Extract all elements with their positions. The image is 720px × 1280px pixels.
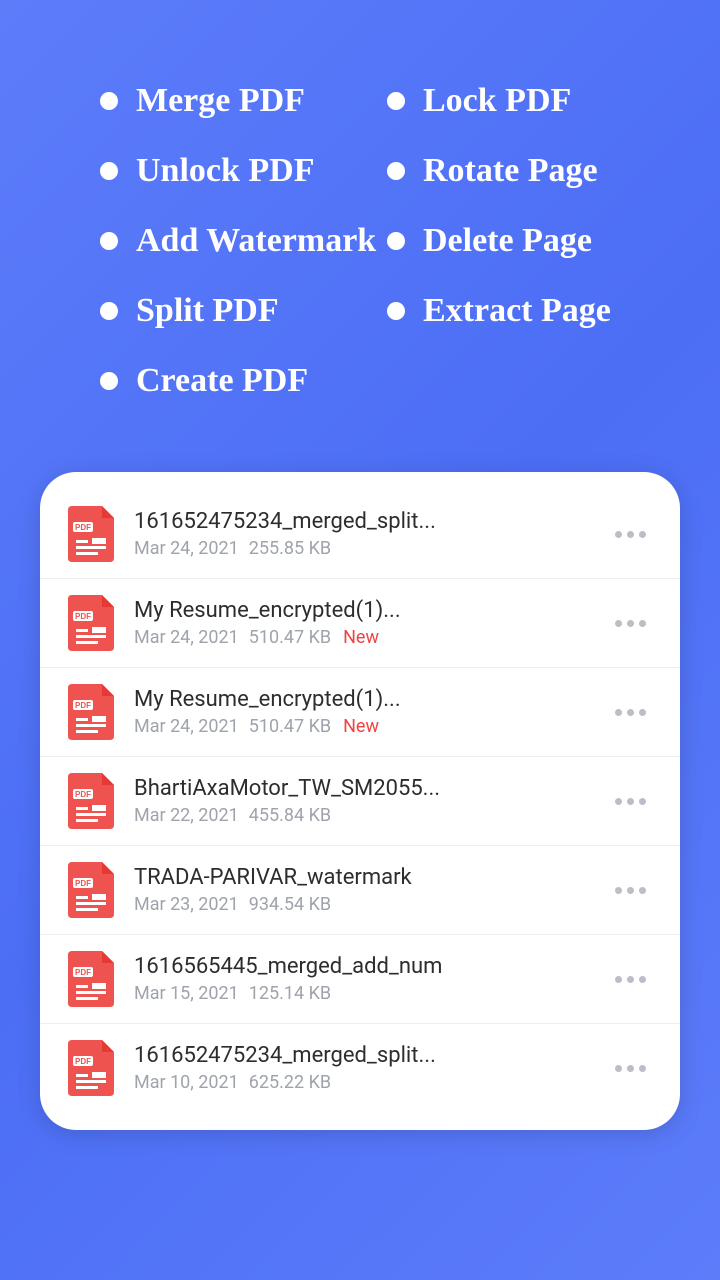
- file-info: My Resume_encrypted(1)... Mar 24, 2021 510…: [134, 598, 608, 648]
- file-list-card: PDF 161652475234_merged_split... Mar 24, …: [40, 472, 680, 1130]
- bullet-icon: [100, 232, 118, 250]
- file-name: BhartiAxaMotor_TW_SM2055...: [134, 776, 608, 801]
- file-row[interactable]: PDF 1616565445_merged_add_num Mar 15, 202…: [40, 935, 680, 1024]
- more-options-button[interactable]: [608, 709, 652, 716]
- file-info: 161652475234_merged_split... Mar 10, 2021…: [134, 1043, 608, 1093]
- pdf-file-icon: PDF: [68, 1040, 114, 1096]
- bullet-icon: [387, 92, 405, 110]
- file-info: TRADA-PARIVAR_watermark Mar 23, 2021 934.5…: [134, 865, 608, 915]
- pdf-file-icon: PDF: [68, 595, 114, 651]
- pdf-file-icon: PDF: [68, 862, 114, 918]
- file-row[interactable]: PDF BhartiAxaMotor_TW_SM2055... Mar 22, 2…: [40, 757, 680, 846]
- bullet-icon: [387, 232, 405, 250]
- file-date: Mar 23, 2021: [134, 894, 239, 915]
- file-name: TRADA-PARIVAR_watermark: [134, 865, 608, 890]
- file-size: 455.84 KB: [249, 805, 331, 826]
- new-badge: New: [343, 627, 379, 648]
- file-size: 934.54 KB: [249, 894, 331, 915]
- bullet-icon: [387, 162, 405, 180]
- svg-text:PDF: PDF: [75, 701, 91, 710]
- file-date: Mar 22, 2021: [134, 805, 239, 826]
- feature-label: Rotate Page: [423, 152, 598, 190]
- file-info: BhartiAxaMotor_TW_SM2055... Mar 22, 2021 4…: [134, 776, 608, 826]
- feature-item: Add Watermark: [100, 210, 383, 272]
- file-row[interactable]: PDF My Resume_encrypted(1)... Mar 24, 202…: [40, 579, 680, 668]
- feature-item: Rotate Page: [387, 140, 670, 202]
- file-name: 1616565445_merged_add_num: [134, 954, 608, 979]
- bullet-icon: [387, 302, 405, 320]
- file-meta: Mar 22, 2021 455.84 KB: [134, 805, 608, 826]
- file-name: 161652475234_merged_split...: [134, 1043, 608, 1068]
- pdf-file-icon: PDF: [68, 506, 114, 562]
- file-date: Mar 24, 2021: [134, 538, 239, 559]
- file-meta: Mar 15, 2021 125.14 KB: [134, 983, 608, 1004]
- feature-label: Add Watermark: [136, 222, 376, 260]
- more-options-button[interactable]: [608, 887, 652, 894]
- feature-item: Lock PDF: [387, 70, 670, 132]
- file-meta: Mar 24, 2021 510.47 KB New: [134, 627, 608, 648]
- more-options-button[interactable]: [608, 1065, 652, 1072]
- feature-label: Merge PDF: [136, 82, 305, 120]
- file-info: 161652475234_merged_split... Mar 24, 2021…: [134, 509, 608, 559]
- more-options-button[interactable]: [608, 798, 652, 805]
- svg-text:PDF: PDF: [75, 523, 91, 532]
- feature-label: Extract Page: [423, 292, 611, 330]
- feature-label: Unlock PDF: [136, 152, 315, 190]
- feature-item: Delete Page: [387, 210, 670, 272]
- feature-label: Lock PDF: [423, 82, 571, 120]
- new-badge: New: [343, 716, 379, 737]
- svg-text:PDF: PDF: [75, 968, 91, 977]
- feature-label: Create PDF: [136, 362, 308, 400]
- file-name: 161652475234_merged_split...: [134, 509, 608, 534]
- svg-text:PDF: PDF: [75, 790, 91, 799]
- feature-item: Extract Page: [387, 280, 670, 342]
- file-date: Mar 10, 2021: [134, 1072, 239, 1093]
- pdf-file-icon: PDF: [68, 773, 114, 829]
- pdf-file-icon: PDF: [68, 951, 114, 1007]
- file-size: 625.22 KB: [249, 1072, 331, 1093]
- file-meta: Mar 24, 2021 510.47 KB New: [134, 716, 608, 737]
- file-size: 510.47 KB: [249, 716, 331, 737]
- svg-text:PDF: PDF: [75, 1057, 91, 1066]
- file-size: 510.47 KB: [249, 627, 331, 648]
- feature-item: Split PDF: [100, 280, 383, 342]
- more-options-button[interactable]: [608, 531, 652, 538]
- bullet-icon: [100, 372, 118, 390]
- file-date: Mar 24, 2021: [134, 627, 239, 648]
- file-info: My Resume_encrypted(1)... Mar 24, 2021 510…: [134, 687, 608, 737]
- file-meta: Mar 24, 2021 255.85 KB: [134, 538, 608, 559]
- file-row[interactable]: PDF 161652475234_merged_split... Mar 24, …: [40, 490, 680, 579]
- feature-item: Merge PDF: [100, 70, 383, 132]
- file-size: 255.85 KB: [249, 538, 331, 559]
- feature-item: Unlock PDF: [100, 140, 383, 202]
- file-name: My Resume_encrypted(1)...: [134, 598, 608, 623]
- more-options-button[interactable]: [608, 620, 652, 627]
- file-row[interactable]: PDF TRADA-PARIVAR_watermark Mar 23, 2021 9…: [40, 846, 680, 935]
- file-size: 125.14 KB: [249, 983, 331, 1004]
- feature-list: Merge PDF Lock PDF Unlock PDF Rotate Pag…: [0, 0, 720, 412]
- file-row[interactable]: PDF 161652475234_merged_split... Mar 10, …: [40, 1024, 680, 1112]
- svg-text:PDF: PDF: [75, 879, 91, 888]
- more-options-button[interactable]: [608, 976, 652, 983]
- bullet-icon: [100, 162, 118, 180]
- file-name: My Resume_encrypted(1)...: [134, 687, 608, 712]
- svg-text:PDF: PDF: [75, 612, 91, 621]
- feature-item: Create PDF: [100, 350, 670, 412]
- file-meta: Mar 10, 2021 625.22 KB: [134, 1072, 608, 1093]
- pdf-file-icon: PDF: [68, 684, 114, 740]
- file-date: Mar 24, 2021: [134, 716, 239, 737]
- file-date: Mar 15, 2021: [134, 983, 239, 1004]
- file-row[interactable]: PDF My Resume_encrypted(1)... Mar 24, 202…: [40, 668, 680, 757]
- feature-label: Split PDF: [136, 292, 279, 330]
- file-meta: Mar 23, 2021 934.54 KB: [134, 894, 608, 915]
- bullet-icon: [100, 302, 118, 320]
- feature-label: Delete Page: [423, 222, 592, 260]
- bullet-icon: [100, 92, 118, 110]
- file-info: 1616565445_merged_add_num Mar 15, 2021 125…: [134, 954, 608, 1004]
